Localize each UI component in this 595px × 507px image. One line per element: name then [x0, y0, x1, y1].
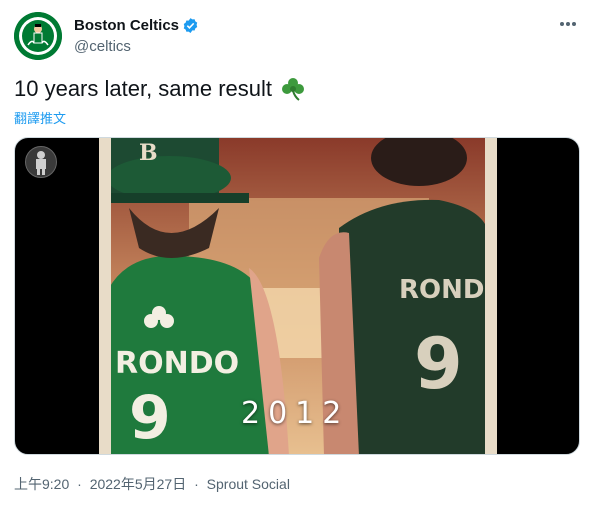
photo-frame-right: [485, 138, 497, 454]
tweet-text: 10 years later, same result: [14, 76, 306, 102]
left-jersey-number: 9: [129, 383, 171, 453]
tweet-media[interactable]: B RONDO 9 RONDO 9 2012: [14, 137, 580, 455]
tweet-date[interactable]: 2022年5月27日: [90, 476, 187, 492]
hat-logo: B: [139, 140, 158, 166]
photo-frame-left: [99, 138, 111, 454]
translate-tweet-link[interactable]: 翻譯推文: [14, 108, 66, 127]
tweet-header: Boston Celtics @celtics: [14, 12, 584, 62]
celtics-logo-icon[interactable]: [14, 12, 62, 60]
video-caption: 2012: [241, 396, 350, 431]
media-author-avatar[interactable]: [25, 146, 57, 178]
tweet-time[interactable]: 上午9:20: [14, 476, 69, 492]
right-jersey-name: RONDO: [399, 275, 497, 305]
verified-badge-icon: [183, 18, 198, 33]
shamrock-icon: [282, 78, 305, 101]
tweet-source[interactable]: Sprout Social: [207, 476, 290, 492]
meta-separator-2: ·: [194, 476, 199, 492]
tweet-meta: 上午9:20 · 2022年5月27日 · Sprout Social: [14, 474, 290, 494]
meta-separator: ·: [77, 476, 82, 492]
left-jersey-name: RONDO: [115, 346, 239, 381]
right-jersey-number: 9: [414, 323, 463, 405]
tweet-text-content: 10 years later, same result: [14, 76, 273, 101]
account-display-name[interactable]: Boston Celtics: [74, 17, 179, 34]
more-options-icon[interactable]: [556, 14, 580, 34]
account-handle[interactable]: @celtics: [74, 38, 131, 55]
leprechaun-icon: [36, 151, 46, 175]
